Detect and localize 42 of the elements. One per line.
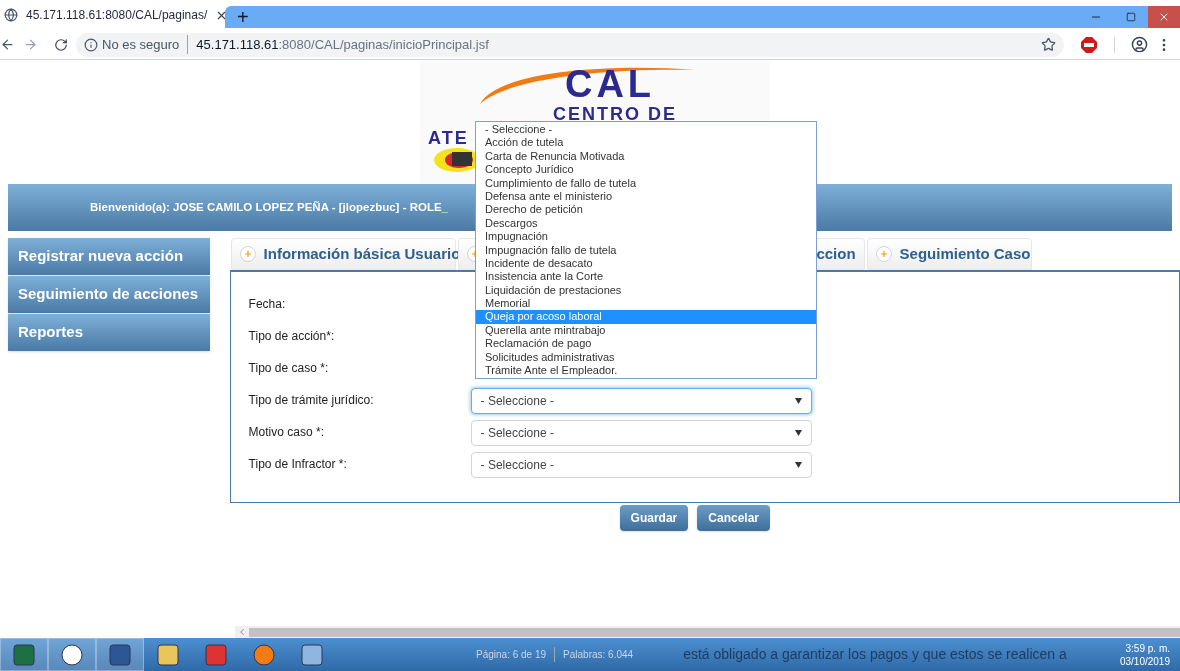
new-tab-button[interactable]: + bbox=[237, 7, 249, 27]
dropdown-option[interactable]: Insistencia ante la Corte bbox=[476, 270, 816, 284]
dropdown-option[interactable]: Reclamación de pago bbox=[476, 337, 816, 351]
page-status: Página: 6 de 19 bbox=[476, 648, 547, 662]
logo-subtitle: CENTRO DE bbox=[553, 104, 677, 124]
field-label: Tipo de trámite jurídico: bbox=[248, 392, 375, 409]
dropdown-option[interactable]: Descargos bbox=[476, 216, 816, 231]
select-field[interactable]: - Seleccione - bbox=[470, 388, 812, 414]
dropdown-option[interactable]: - Seleccione - bbox=[476, 123, 816, 137]
dropdown-option[interactable]: Querella ante mintrabajo bbox=[476, 323, 816, 338]
field-label: Fecha: bbox=[248, 296, 287, 313]
tab[interactable]: Información básica Usuario bbox=[230, 238, 456, 270]
logo-subtitle: ATE bbox=[428, 128, 469, 148]
dropdown-option[interactable]: Derecho de petición bbox=[476, 203, 816, 217]
dropdown-option[interactable]: Memorial bbox=[476, 297, 816, 311]
field-label: Tipo de caso *: bbox=[248, 360, 330, 377]
dropdown-option[interactable]: Carta de Renuncia Motivada bbox=[476, 149, 816, 164]
dropdown-option[interactable]: Concepto Jurídico bbox=[476, 163, 816, 177]
tab[interactable]: Seguimiento Caso bbox=[866, 238, 1032, 270]
logo-title: CAL bbox=[564, 64, 656, 104]
field-label: Tipo de acción*: bbox=[248, 328, 336, 345]
dropdown-option[interactable]: Defensa ante el ministerio bbox=[476, 189, 816, 204]
welcome-text: Bienvenido(a): JOSE CAMILO LOPEZ PEÑA - [jlopezbuc] - ROLE_ bbox=[90, 199, 448, 215]
dropdown-option[interactable]: Trámite Ante el Empleador. bbox=[476, 364, 816, 378]
field-label: Tipo de Infractor *: bbox=[248, 456, 348, 473]
dropdown-option[interactable]: Liquidación de prestaciones bbox=[476, 283, 816, 298]
word-count: Palabras: 6.044 bbox=[554, 647, 634, 662]
clock-date: 03/10/2019 bbox=[1119, 654, 1170, 668]
document-text: está obligado a garantizar los pagos y que estos se realicen a bbox=[683, 645, 1067, 664]
select-field[interactable]: - Seleccione - bbox=[470, 452, 812, 478]
address-field[interactable]: No es seguro 45.171.118.61:8080/CAL/paginas/inicioPrincipal.jsf bbox=[76, 32, 1064, 57]
tab-title: 45.171.118.61:8080/CAL/paginas/ bbox=[26, 7, 208, 24]
security-label: No es seguro bbox=[102, 34, 189, 55]
select-field[interactable]: - Seleccione - bbox=[470, 420, 812, 446]
dropdown-option[interactable]: Cumplimiento de fallo de tutela bbox=[476, 176, 816, 190]
clock-time: 3:59 p. m. bbox=[1125, 641, 1170, 655]
form-button[interactable]: Cancelar bbox=[697, 505, 770, 531]
dropdown-option[interactable]: Acción de tutela bbox=[476, 136, 816, 150]
url-text: 45.171.118.61:8080/CAL/paginas/inicioPrincipal.jsf bbox=[195, 35, 489, 54]
field-label: Motivo caso *: bbox=[248, 424, 325, 441]
form-button[interactable]: Guardar bbox=[619, 505, 689, 531]
dropdown-option[interactable]: Solicitudes administrativas bbox=[476, 350, 816, 365]
